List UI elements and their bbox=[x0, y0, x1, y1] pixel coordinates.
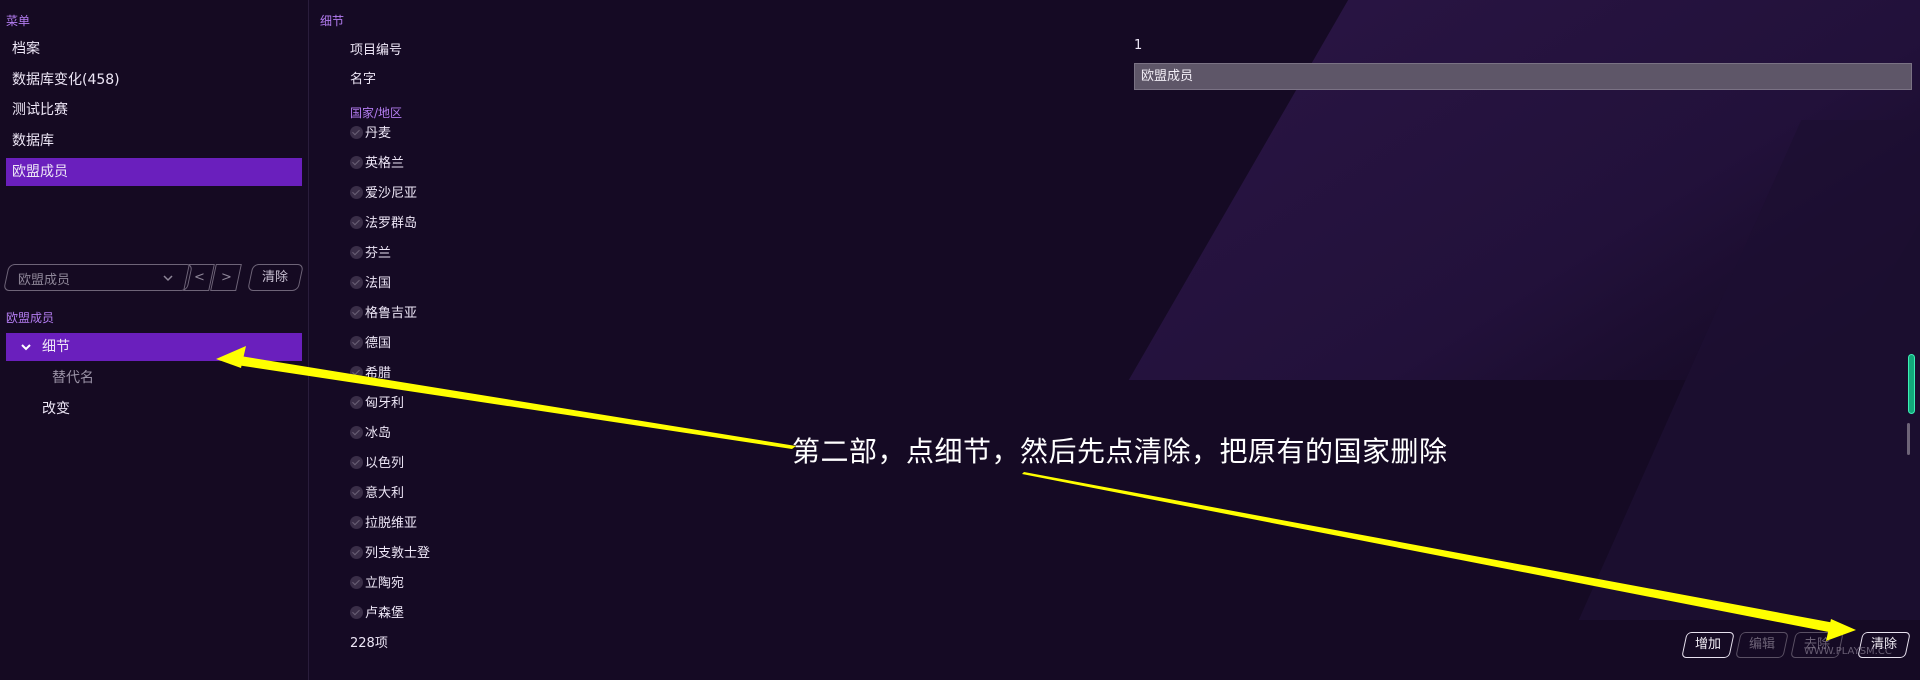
country-name: 英格兰 bbox=[365, 156, 405, 171]
country-name: 冰岛 bbox=[365, 426, 392, 441]
check-circle-icon bbox=[350, 606, 363, 619]
country-name: 拉脱维亚 bbox=[365, 516, 418, 531]
country-list-item[interactable]: 格鲁吉亚 bbox=[350, 304, 417, 324]
country-name: 卢森堡 bbox=[365, 606, 405, 621]
country-list-item[interactable]: 丹麦 bbox=[350, 124, 391, 144]
selector-clear-label: 清除 bbox=[262, 270, 289, 285]
country-list-item[interactable]: 冰岛 bbox=[350, 424, 391, 444]
menu-item-database[interactable]: 数据库 bbox=[6, 127, 302, 155]
country-name: 以色列 bbox=[365, 456, 405, 471]
menu-item-db-changes[interactable]: 数据库变化(458) bbox=[6, 66, 302, 94]
chevron-left-icon: < bbox=[193, 270, 205, 285]
country-list-item[interactable]: 法罗群岛 bbox=[350, 214, 417, 234]
main-panel: 细节 项目编号 1 名字 欧盟成员 国家/地区 丹麦英格兰爱沙尼亚法罗群岛芬兰法… bbox=[310, 0, 1920, 680]
page-title: 细节 bbox=[320, 14, 345, 28]
check-circle-icon bbox=[350, 216, 363, 229]
name-input[interactable]: 欧盟成员 bbox=[1134, 63, 1912, 90]
chevron-down-icon bbox=[21, 344, 31, 351]
country-name: 立陶宛 bbox=[365, 576, 405, 591]
check-circle-icon bbox=[350, 396, 363, 409]
sidebar: 菜单 档案 数据库变化(458) 测试比赛 数据库 欧盟成员 欧盟成员 < > … bbox=[0, 0, 309, 680]
country-name: 格鲁吉亚 bbox=[365, 306, 418, 321]
check-circle-icon bbox=[350, 546, 363, 559]
country-list-item[interactable]: 希腊 bbox=[350, 364, 391, 384]
tree-item-changes[interactable]: 改变 bbox=[42, 395, 70, 423]
check-circle-icon bbox=[350, 426, 363, 439]
id-label: 项目编号 bbox=[350, 43, 403, 58]
check-circle-icon bbox=[350, 126, 363, 139]
annotation-text: 第二部，点细节，然后先点清除，把原有的国家删除 bbox=[792, 435, 1448, 468]
country-list-header: 国家/地区 bbox=[350, 106, 403, 120]
menu-item-eu-members[interactable]: 欧盟成员 bbox=[6, 158, 302, 186]
tree-item-label: 细节 bbox=[42, 339, 70, 355]
tree-item-alt-names[interactable]: 替代名 bbox=[52, 364, 94, 392]
add-label: 增加 bbox=[1694, 637, 1721, 652]
country-name: 匈牙利 bbox=[365, 396, 405, 411]
edit-label: 编辑 bbox=[1748, 637, 1775, 652]
check-circle-icon bbox=[350, 516, 363, 529]
scrollbar-thumb[interactable] bbox=[1908, 354, 1915, 414]
tree-section-label: 欧盟成员 bbox=[6, 311, 55, 325]
country-name: 法罗群岛 bbox=[365, 216, 418, 231]
country-list-item[interactable]: 意大利 bbox=[350, 484, 404, 504]
country-list-item[interactable]: 立陶宛 bbox=[350, 574, 404, 594]
chevron-down-icon bbox=[163, 275, 173, 282]
check-circle-icon bbox=[350, 246, 363, 259]
country-list-item[interactable]: 芬兰 bbox=[350, 244, 391, 264]
menu-item-profile[interactable]: 档案 bbox=[6, 35, 302, 63]
country-name: 芬兰 bbox=[365, 246, 392, 261]
watermark: WWW.PLAYSM.CC bbox=[1804, 646, 1892, 657]
country-list-item[interactable]: 匈牙利 bbox=[350, 394, 404, 414]
country-list-item[interactable]: 拉脱维亚 bbox=[350, 514, 417, 534]
scrollbar-track[interactable] bbox=[1907, 423, 1910, 455]
check-circle-icon bbox=[350, 306, 363, 319]
country-name: 法国 bbox=[365, 276, 392, 291]
check-circle-icon bbox=[350, 456, 363, 469]
country-name: 德国 bbox=[365, 336, 392, 351]
check-circle-icon bbox=[350, 576, 363, 589]
entity-select-value: 欧盟成员 bbox=[18, 273, 71, 288]
country-list-item[interactable]: 英格兰 bbox=[350, 154, 404, 174]
country-name: 列支敦士登 bbox=[365, 546, 431, 561]
check-circle-icon bbox=[350, 486, 363, 499]
menu-section-label: 菜单 bbox=[6, 14, 31, 28]
country-list-item[interactable]: 列支敦士登 bbox=[350, 544, 430, 564]
country-list-item[interactable]: 卢森堡 bbox=[350, 604, 404, 624]
country-name: 意大利 bbox=[365, 486, 405, 501]
menu-item-test-match[interactable]: 测试比赛 bbox=[6, 96, 302, 124]
check-circle-icon bbox=[350, 186, 363, 199]
next-button[interactable]: > bbox=[210, 264, 242, 291]
edit-button[interactable]: 编辑 bbox=[1735, 632, 1789, 658]
check-circle-icon bbox=[350, 366, 363, 379]
country-name: 爱沙尼亚 bbox=[365, 186, 418, 201]
country-list-item[interactable]: 德国 bbox=[350, 334, 391, 354]
chevron-right-icon: > bbox=[220, 270, 232, 285]
country-list-item[interactable]: 法国 bbox=[350, 274, 391, 294]
country-name: 希腊 bbox=[365, 366, 392, 381]
selector-clear-button[interactable]: 清除 bbox=[247, 264, 304, 291]
add-button[interactable]: 增加 bbox=[1681, 632, 1735, 658]
item-count: 228项 bbox=[350, 636, 388, 651]
country-name: 丹麦 bbox=[365, 126, 392, 141]
check-circle-icon bbox=[350, 276, 363, 289]
name-label: 名字 bbox=[350, 72, 377, 87]
check-circle-icon bbox=[350, 336, 363, 349]
country-list-item[interactable]: 以色列 bbox=[350, 454, 404, 474]
country-list-item[interactable]: 爱沙尼亚 bbox=[350, 184, 417, 204]
id-value: 1 bbox=[1134, 38, 1143, 53]
check-circle-icon bbox=[350, 156, 363, 169]
tree-item-details[interactable]: 细节 bbox=[6, 333, 302, 361]
